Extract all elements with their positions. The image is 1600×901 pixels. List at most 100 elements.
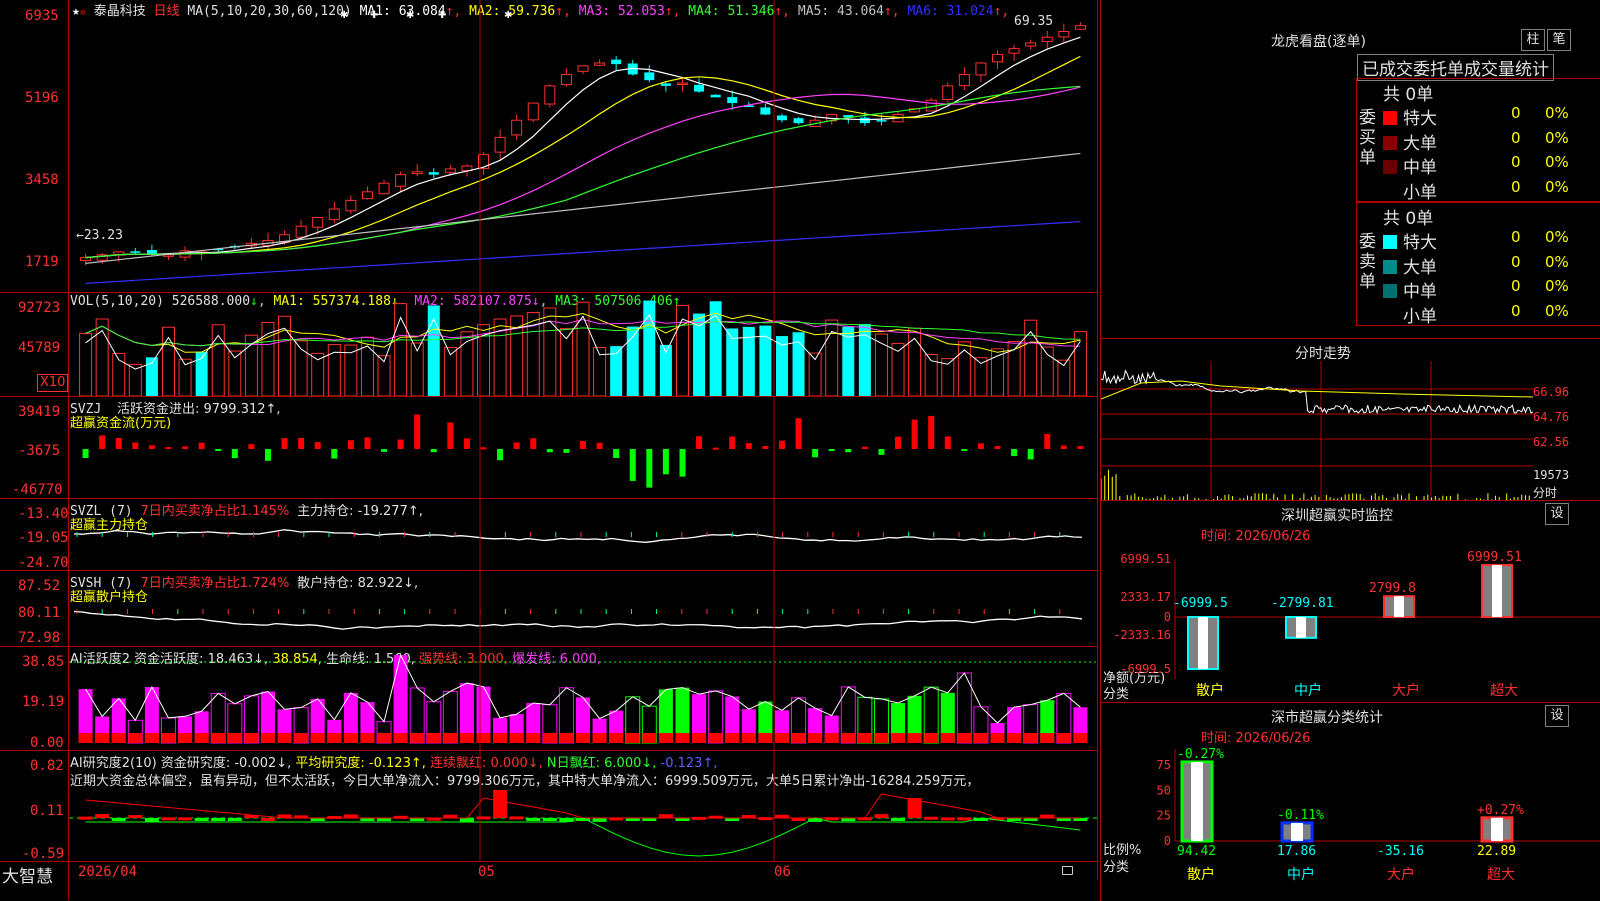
lock-icon[interactable] (1062, 866, 1073, 875)
svzl-axis-label-1: -13.40 (18, 506, 69, 522)
candle-body (444, 168, 456, 173)
svzj-bar-chart[interactable] (69, 397, 1097, 498)
research-bar (161, 817, 176, 821)
ai-research-axis-label-3: -0.59 (22, 846, 65, 862)
activity-base-bar (211, 733, 226, 743)
sell-row-2: 大单 0 0% (1383, 253, 1569, 278)
activity-base-bar (924, 733, 939, 743)
ai-activity-axis-label-3: 0.00 (30, 735, 64, 751)
volume-bar (79, 332, 93, 396)
activity-base-bar (111, 733, 126, 743)
order-percent: 0% (1545, 252, 1569, 271)
buy-row-3: 中单 0 0% (1383, 153, 1569, 178)
activity-base-bar (310, 733, 325, 743)
activity-base-bar (675, 733, 690, 743)
color-swatch (1383, 160, 1397, 174)
volume-bar-chart[interactable] (69, 293, 1097, 396)
ratio-bottom-label: -35.16 (1377, 844, 1424, 859)
activity-base-bar (294, 733, 309, 743)
net-amount-bar-highlight (1296, 617, 1306, 638)
ma-line-3 (85, 86, 1081, 259)
price-axis-label-1: 6935 (25, 8, 59, 24)
pen-view-button[interactable]: 笔 (1547, 29, 1571, 51)
activity-base-bar (377, 733, 392, 743)
activity-base-bar (758, 733, 773, 743)
fund-flow-bar (745, 443, 752, 449)
class-category-name: 中户 (1287, 866, 1315, 883)
candle-body (560, 73, 572, 86)
activity-base-bar (973, 733, 988, 743)
activity-base-bar (509, 733, 524, 743)
order-count: 0 (1511, 153, 1521, 171)
order-size-label: 中单 (1403, 282, 1437, 302)
color-swatch (1383, 309, 1397, 323)
research-bar (924, 816, 939, 820)
ma-line-4 (85, 85, 1081, 259)
fund-flow-bar (778, 440, 785, 449)
fund-flow-bar (480, 447, 487, 450)
ratio-bottom-label: 22.89 (1477, 844, 1516, 859)
date-label-start: 2026/04 (78, 864, 138, 880)
activity-base-bar (1040, 733, 1055, 743)
fund-flow-bar (563, 449, 570, 453)
research-bar (1040, 814, 1055, 818)
svsh-line-chart[interactable] (69, 571, 1097, 646)
minute-chart-panel[interactable]: 分时走势 66.96 64.76 62.56 19573 分时 (1100, 338, 1600, 501)
activity-base-bar (128, 733, 143, 743)
order-percent: 0% (1545, 104, 1569, 122)
candle-body (1074, 25, 1086, 30)
activity-base-bar (791, 733, 806, 743)
fund-flow-bar (994, 446, 1001, 449)
fund-flow-bar (546, 449, 553, 453)
fund-flow-bar (1044, 433, 1051, 449)
category-name: 中户 (1294, 682, 1322, 699)
order-count: 0 (1511, 104, 1521, 122)
research-green-line (85, 817, 1081, 857)
fund-flow-bar (928, 415, 935, 449)
ratio-bottom-label: 17.86 (1277, 844, 1316, 859)
activity-base-bar (277, 733, 292, 743)
fund-flow-bar (1027, 449, 1034, 460)
fund-flow-bar (463, 438, 470, 449)
research-bar (592, 818, 607, 822)
sz-class-ratio-chart[interactable]: 75 50 25 0 -0.27% 94.42 散户 -0.11% 17.86 中户 -35.16 大… (1101, 703, 1600, 901)
fund-flow-bar (99, 435, 106, 449)
activity-base-bar (741, 733, 756, 743)
fund-flow-bar (347, 440, 354, 449)
fund-flow-bar (298, 437, 305, 449)
activity-base-bar (95, 733, 110, 743)
fund-flow-bar (115, 437, 122, 449)
sz-net-amount-chart[interactable]: 6999.51 2333.17 0 -2333.16 -6999.5 -6999.5 散户 -… (1101, 501, 1600, 703)
price-candle-chart[interactable] (69, 0, 1097, 292)
candle-body (975, 62, 987, 76)
candle-body (428, 172, 439, 175)
activity-base-bar (443, 733, 458, 743)
fund-flow-bar (646, 449, 653, 488)
date-label-june: 06 (774, 864, 791, 880)
stats-tab[interactable]: 已成交委托单成交量统计 (1357, 54, 1554, 81)
activity-base-bar (592, 733, 607, 743)
candle-body (992, 53, 1004, 63)
fund-flow-bar (513, 442, 520, 449)
sell-total: 共 0单 (1383, 209, 1434, 229)
ai-research-chart[interactable] (69, 751, 1097, 861)
class-category-name: 超大 (1487, 867, 1515, 883)
column-view-button[interactable]: 柱 (1521, 29, 1545, 51)
ai-activity-bar-chart[interactable] (69, 647, 1097, 750)
activity-base-bar (957, 733, 972, 743)
fund-flow-bar (281, 438, 288, 449)
kline-chart-area[interactable]: ★✲ 泰晶科技 日线 MA(5,10,20,30,60,120) MA1: 63… (0, 0, 1098, 900)
buy-side-label: 委买单 (1359, 108, 1376, 168)
order-percent: 0% (1545, 228, 1569, 246)
svzl-line-chart[interactable] (69, 499, 1097, 570)
activity-base-bar (857, 733, 872, 743)
ma-line-5 (85, 152, 1081, 264)
dragon-title: 龙虎看盘(逐单) (1271, 34, 1366, 50)
minute-line-chart[interactable] (1101, 361, 1533, 501)
order-percent: 0% (1545, 128, 1569, 147)
candle-body (594, 62, 606, 66)
activity-base-bar (327, 733, 342, 743)
fund-flow-bar (132, 442, 139, 449)
buy-total: 共 0单 (1383, 85, 1434, 105)
fund-flow-bar (414, 414, 421, 449)
